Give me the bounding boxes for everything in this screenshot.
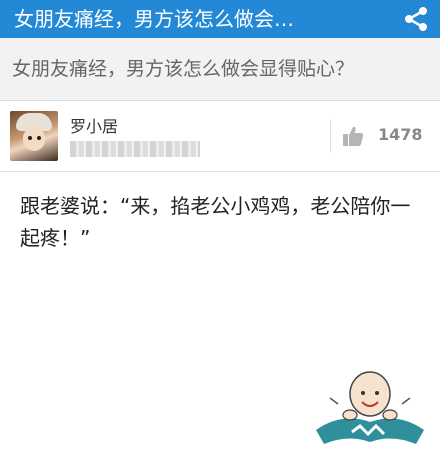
avatar-eye-right: [37, 136, 41, 140]
top-bar: 女朋友痛经，男方该怎么做会…: [0, 0, 440, 38]
author-row: 罗小居 1478: [0, 101, 440, 172]
like-button[interactable]: 1478: [342, 123, 432, 149]
author-signature-blurred: [70, 141, 200, 157]
page-title: 女朋友痛经，男方该怎么做会…: [14, 7, 294, 31]
divider: [330, 119, 331, 153]
like-count: 1478: [378, 125, 423, 144]
question-bar: 女朋友痛经，男方该怎么做会显得贴心？: [0, 38, 440, 101]
author-name[interactable]: 罗小居: [70, 113, 118, 137]
avatar-face: [23, 127, 45, 151]
answer-text: 跟老婆说：“来，掐老公小鸡鸡，老公陪你一起疼！”: [20, 194, 411, 250]
mascot-watermark-icon: [316, 371, 424, 444]
thumbs-up-icon: [343, 126, 364, 146]
avatar[interactable]: [10, 111, 58, 161]
question-title: 女朋友痛经，男方该怎么做会显得贴心？: [12, 58, 355, 80]
avatar-eye-left: [28, 136, 32, 140]
share-icon[interactable]: [402, 5, 430, 33]
